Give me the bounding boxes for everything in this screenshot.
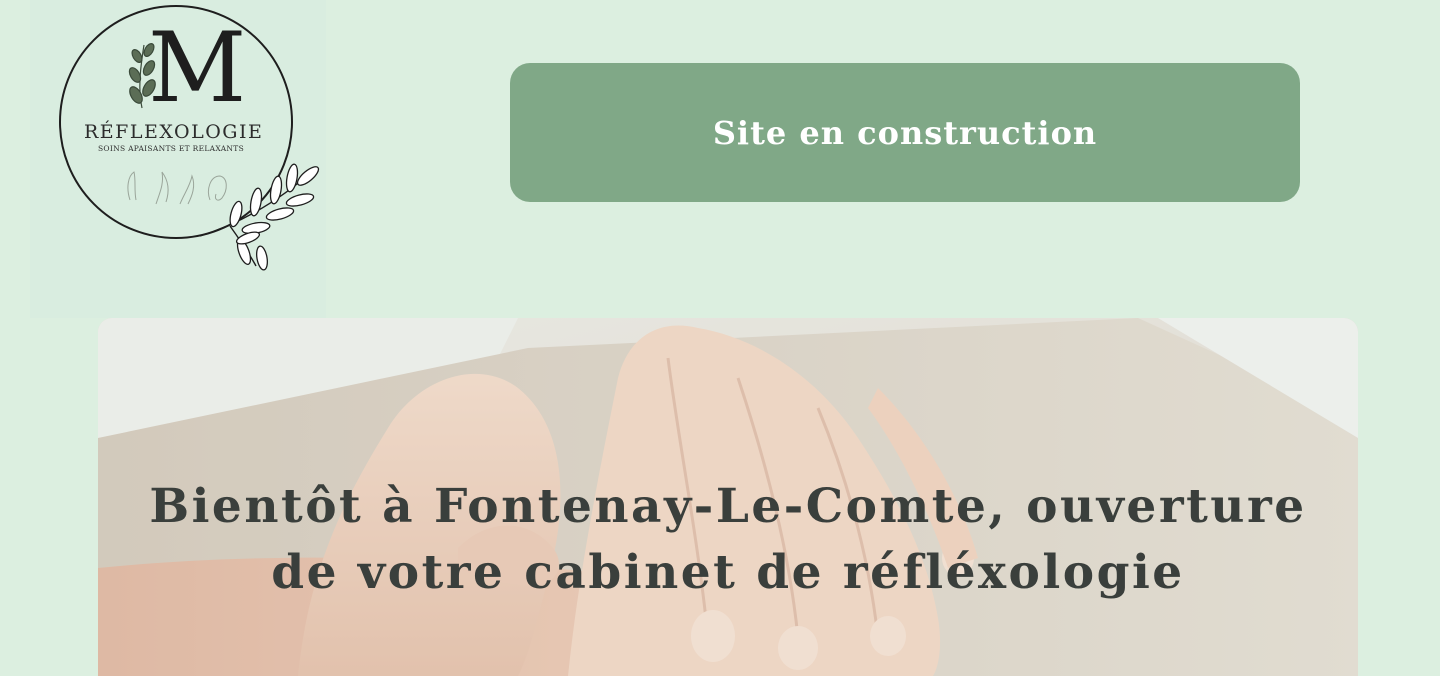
hero-title: Bientôt à Fontenay-Le-Comte, ouverture d… [149,479,1307,600]
logo-brand-name: RÉFLEXOLOGIE [84,121,264,143]
hero-section: Bientôt à Fontenay-Le-Comte, ouverture d… [98,318,1358,676]
logo-monogram: M [148,12,247,124]
construction-banner-label: Site en construction [712,113,1098,152]
logo[interactable]: M RÉFLEXOLOGIE SOINS APAISANTS ET RELAXA… [30,0,326,318]
page: M RÉFLEXOLOGIE SOINS APAISANTS ET RELAXA… [0,0,1440,676]
construction-banner[interactable]: Site en construction [510,63,1300,202]
logo-tagline: SOINS APAISANTS ET RELAXANTS [97,144,245,153]
